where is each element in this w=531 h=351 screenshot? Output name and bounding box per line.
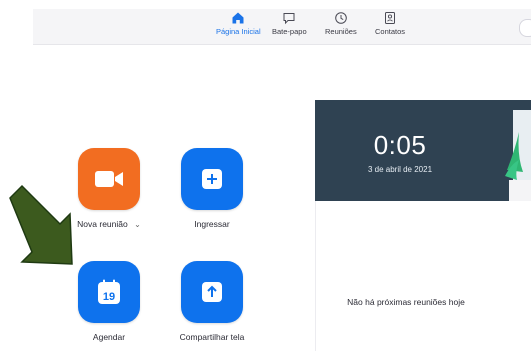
nav-tab-home[interactable]: Página Inicial [216,11,261,36]
calendar-icon: 19 [98,279,120,304]
plant-illustration-icon [505,110,531,201]
share-screen-button[interactable] [181,261,243,323]
video-camera-icon [95,171,123,187]
share-screen-label: Compartilhar tela [179,332,245,342]
plus-icon [202,169,222,189]
clock-icon [335,12,347,24]
nav-tab-meetings-label: Reuniões [325,27,357,36]
nav-tab-contacts-label: Contatos [375,27,406,36]
nav-tab-chat-label: Bate-papo [272,27,307,36]
home-icon [232,12,244,24]
new-meeting-button[interactable] [78,148,140,210]
chat-icon [283,13,295,25]
no-meetings-message: Não há próximas reuniões hoje [347,297,465,307]
nav-tab-meetings[interactable]: Reuniões [325,11,357,36]
upcoming-meetings-panel: Não há próximas reuniões hoje [315,201,531,351]
search-button[interactable] [519,19,531,37]
join-button[interactable] [181,148,243,210]
schedule-label: Agendar [92,332,126,342]
nav-tab-contacts[interactable]: Contatos [375,11,405,36]
calendar-day: 19 [103,291,115,303]
nav-tab-chat[interactable]: Bate-papo [272,11,307,36]
annotation-arrow-icon [9,184,73,265]
share-arrow-icon [202,282,222,302]
clock-card-header: 0:05 3 de abril de 2021 [315,100,531,201]
chevron-down-icon[interactable]: ⌄ [134,220,141,229]
top-nav-bar: Página Inicial Bate-papo Reuniões Contat… [33,9,531,45]
current-date: 3 de abril de 2021 [367,165,433,174]
current-time: 0:05 [373,130,427,160]
join-label: Ingressar [194,219,230,229]
nav-tab-home-label: Página Inicial [216,27,261,36]
contacts-icon [385,12,396,24]
schedule-button[interactable]: 19 [78,261,140,323]
